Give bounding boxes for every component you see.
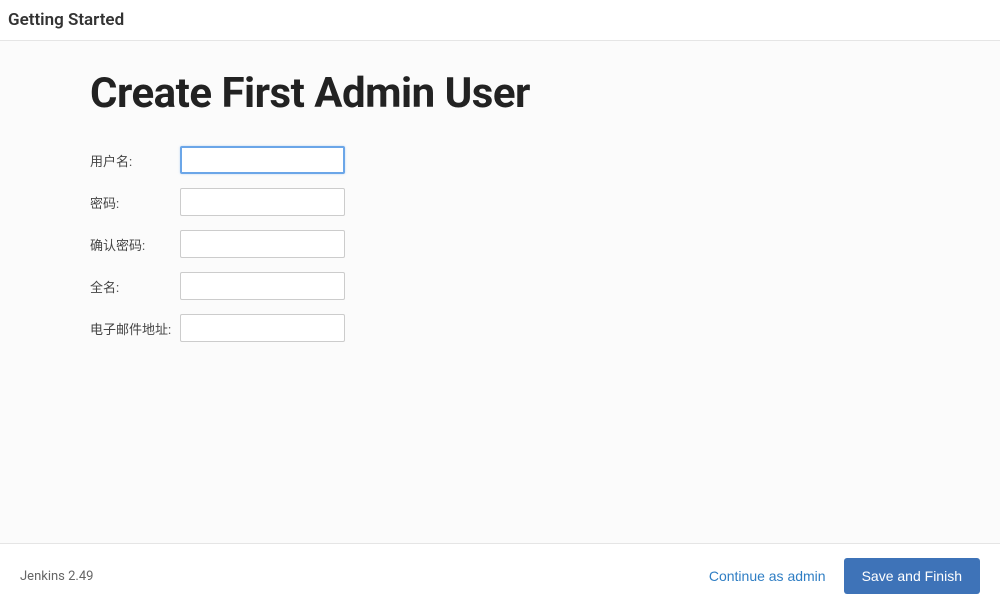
page-title: Create First Admin User (90, 69, 910, 118)
confirm-password-label: 确认密码: (90, 235, 180, 254)
email-input[interactable] (180, 314, 345, 342)
form-row-confirm-password: 确认密码: (90, 230, 910, 258)
password-input[interactable] (180, 188, 345, 216)
fullname-input[interactable] (180, 272, 345, 300)
form-row-fullname: 全名: (90, 272, 910, 300)
footer-bar: Jenkins 2.49 Continue as admin Save and … (0, 543, 1000, 608)
save-and-finish-button[interactable]: Save and Finish (844, 558, 980, 594)
form-row-username: 用户名: (90, 146, 910, 174)
form-row-password: 密码: (90, 188, 910, 216)
header-bar: Getting Started (0, 0, 1000, 41)
form-row-email: 电子邮件地址: (90, 314, 910, 342)
password-label: 密码: (90, 193, 180, 212)
confirm-password-input[interactable] (180, 230, 345, 258)
username-input[interactable] (180, 146, 345, 174)
version-label: Jenkins 2.49 (20, 569, 93, 584)
fullname-label: 全名: (90, 277, 180, 296)
content-area: Create First Admin User 用户名: 密码: 确认密码: 全… (0, 41, 1000, 543)
email-label: 电子邮件地址: (90, 319, 180, 338)
header-title: Getting Started (8, 10, 124, 30)
footer-actions: Continue as admin Save and Finish (709, 558, 980, 594)
continue-as-admin-link[interactable]: Continue as admin (709, 568, 826, 584)
username-label: 用户名: (90, 151, 180, 170)
